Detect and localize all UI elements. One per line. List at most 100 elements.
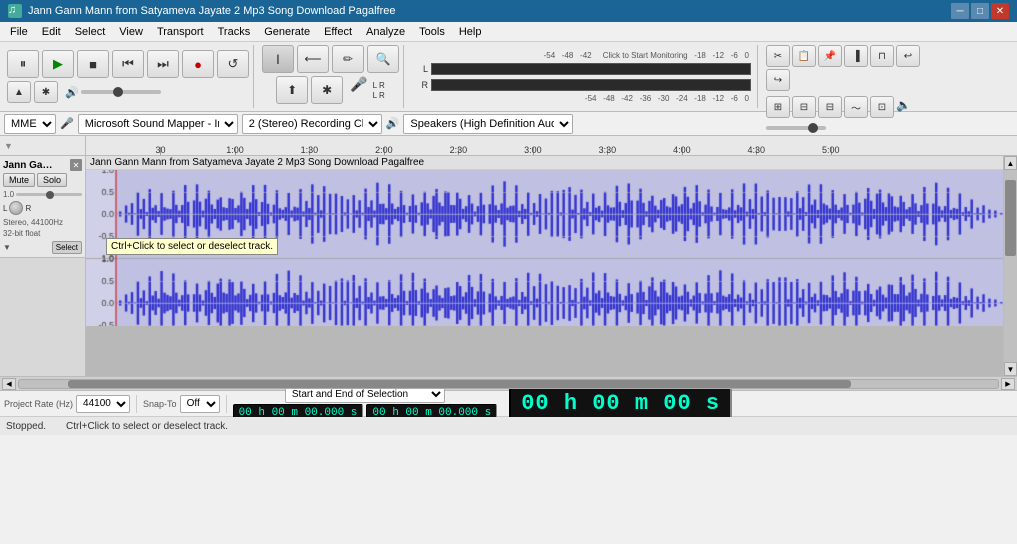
zoom-sel-button[interactable]: ⊟ [792, 96, 816, 118]
record-button[interactable]: ● [182, 50, 214, 78]
project-rate-group: Project Rate (Hz) 44100 [4, 395, 137, 413]
pan-l-label: L [3, 204, 7, 213]
toolbar-area: ⏸ ▶ ■ ⏮ ⏭ ● ↺ ▲ ✱ 🔊 I [0, 42, 1017, 112]
snap-button[interactable]: ✱ [34, 81, 58, 103]
menu-analyze[interactable]: Analyze [360, 24, 411, 40]
menu-select[interactable]: Select [69, 24, 112, 40]
menu-effect[interactable]: Effect [318, 24, 358, 40]
select-button[interactable]: Select [52, 241, 82, 254]
pan-knob[interactable] [9, 201, 23, 215]
zoom-fit-button[interactable]: ⊞ [766, 96, 790, 118]
multi-tool[interactable]: ✱ [311, 76, 343, 104]
input-device-select[interactable]: Microsoft Sound Mapper - Input [78, 114, 238, 134]
zoom-in-button[interactable]: ▲ [7, 81, 31, 103]
v-scrollbar[interactable]: ▲ ▼ [1003, 156, 1017, 376]
menu-help[interactable]: Help [453, 24, 488, 40]
play-button[interactable]: ▶ [42, 50, 74, 78]
speaker-icon: 🔈 [896, 98, 911, 118]
snap-to-label: Snap-To [143, 399, 177, 409]
solo-button[interactable]: Solo [37, 173, 67, 187]
time-shift-tool[interactable]: ⬆ [276, 76, 308, 104]
menu-transport[interactable]: Transport [151, 24, 210, 40]
window-title: Jann Gann Mann from Satyameva Jayate 2 M… [28, 5, 951, 17]
paste-button[interactable]: 📌 [818, 45, 842, 67]
main-time-text: 00 h 00 m 00 s [521, 391, 720, 416]
vu-meter-l[interactable]: L [414, 62, 751, 76]
vu-l-label: L [414, 64, 428, 74]
menu-tracks[interactable]: Tracks [212, 24, 257, 40]
menu-tools[interactable]: Tools [413, 24, 451, 40]
timeline-ruler: ▼ 301:001:302:002:303:003:304:004:305:00 [0, 136, 1017, 156]
maximize-button[interactable]: □ [971, 3, 989, 19]
transport-section: ⏸ ▶ ■ ⏮ ⏭ ● ↺ ▲ ✱ 🔊 [3, 45, 254, 108]
envelope-tool[interactable]: ⟵ [297, 45, 329, 73]
pan-r-label: R [25, 204, 31, 213]
skip-back-button[interactable]: ⏮ [112, 50, 144, 78]
zoom-wave-button[interactable]: 〜 [844, 96, 868, 118]
mic-icon: 🎤 [350, 76, 367, 104]
close-button[interactable]: ✕ [991, 3, 1009, 19]
menu-generate[interactable]: Generate [258, 24, 316, 40]
redo-button[interactable]: ↪ [766, 69, 790, 91]
menu-edit[interactable]: Edit [36, 24, 67, 40]
track-name: Jann Gann M [3, 160, 58, 171]
minimize-button[interactable]: ─ [951, 3, 969, 19]
tools-section: I ⟵ ✏ 🔍 ⬆ ✱ 🎤 L R L R [258, 45, 404, 108]
undo-button[interactable]: ↩ [896, 45, 920, 67]
skip-forward-button[interactable]: ⏭ [147, 50, 179, 78]
output-device-select[interactable]: Speakers (High Definition Audio [403, 114, 573, 134]
track-close-button[interactable]: ✕ [70, 159, 82, 171]
bottom-bar: Project Rate (Hz) 44100 Snap-To Off Star… [0, 390, 1017, 442]
gain-label: 1.0 [3, 190, 14, 199]
hscroll-right-button[interactable]: ▶ [1001, 378, 1015, 390]
vu-l-bar [431, 63, 751, 75]
vu-meter-r[interactable]: R [414, 78, 751, 92]
pause-button[interactable]: ⏸ [7, 50, 39, 78]
project-rate-label: Project Rate (Hz) [4, 399, 73, 409]
host-select[interactable]: MME [4, 114, 56, 134]
vscroll-down-button[interactable]: ▼ [1004, 362, 1017, 376]
bottom-controls: Project Rate (Hz) 44100 Snap-To Off Star… [0, 391, 1017, 417]
hscroll-track [18, 379, 999, 389]
vscroll-up-button[interactable]: ▲ [1004, 156, 1017, 170]
mute-button[interactable]: Mute [3, 173, 35, 187]
copy-button[interactable]: 📋 [792, 45, 816, 67]
h-scrollbar: ◀ ▶ [0, 376, 1017, 390]
track-header: Jann Gann M ✕ Mute Solo 1.0 L R Stereo, … [0, 156, 85, 258]
menu-file[interactable]: File [4, 24, 34, 40]
collapse-button[interactable]: ▼ [3, 243, 11, 252]
vu-r-label: R [414, 80, 428, 90]
silence-button[interactable]: ⊓ [870, 45, 894, 67]
gain-slider[interactable] [16, 193, 82, 196]
main-time-display: 00 h 00 m 00 s [509, 387, 732, 420]
input-mic-icon: 🎤 [60, 117, 74, 130]
channel-select[interactable]: 2 (Stereo) Recording Chann [242, 114, 382, 134]
vscroll-thumb [1005, 180, 1016, 257]
zoom-out-button[interactable]: ⊟ [818, 96, 842, 118]
zoom-tool[interactable]: 🔍 [367, 45, 399, 73]
cursor-tool[interactable]: I [262, 45, 294, 73]
track-title-bar: Jann Gann Mann from Satyameva Jayate 2 M… [86, 156, 1003, 170]
cut-button[interactable]: ✂ [766, 45, 790, 67]
status-hint: Ctrl+Click to select or deselect track. [66, 421, 228, 432]
stop-button[interactable]: ■ [77, 50, 109, 78]
empty-below-track [86, 326, 1003, 376]
output-speaker-icon: 🔊 [386, 117, 400, 130]
title-bar: ♫ Jann Gann Mann from Satyameva Jayate 2… [0, 0, 1017, 22]
ruler-canvas: 301:001:302:002:303:003:304:004:305:00 [86, 136, 1017, 155]
project-rate-select[interactable]: 44100 [76, 395, 130, 413]
trim-button[interactable]: ▐ [844, 45, 868, 67]
status-text: Stopped. [6, 421, 46, 432]
app-icon: ♫ [8, 4, 22, 18]
loop-button[interactable]: ↺ [217, 50, 249, 78]
snap-to-select[interactable]: Off [180, 395, 220, 413]
track-panel-empty [0, 258, 85, 376]
menu-bar: File Edit Select View Transport Tracks G… [0, 22, 1017, 42]
hscroll-left-button[interactable]: ◀ [2, 378, 16, 390]
menu-view[interactable]: View [113, 24, 149, 40]
zoom-norm-button[interactable]: ⊡ [870, 96, 894, 118]
playback-vol-slider[interactable] [766, 126, 826, 130]
draw-tool[interactable]: ✏ [332, 45, 364, 73]
waveform-container[interactable]: Jann Gann Mann from Satyameva Jayate 2 M… [86, 156, 1003, 376]
output-volume-slider[interactable] [81, 90, 161, 94]
